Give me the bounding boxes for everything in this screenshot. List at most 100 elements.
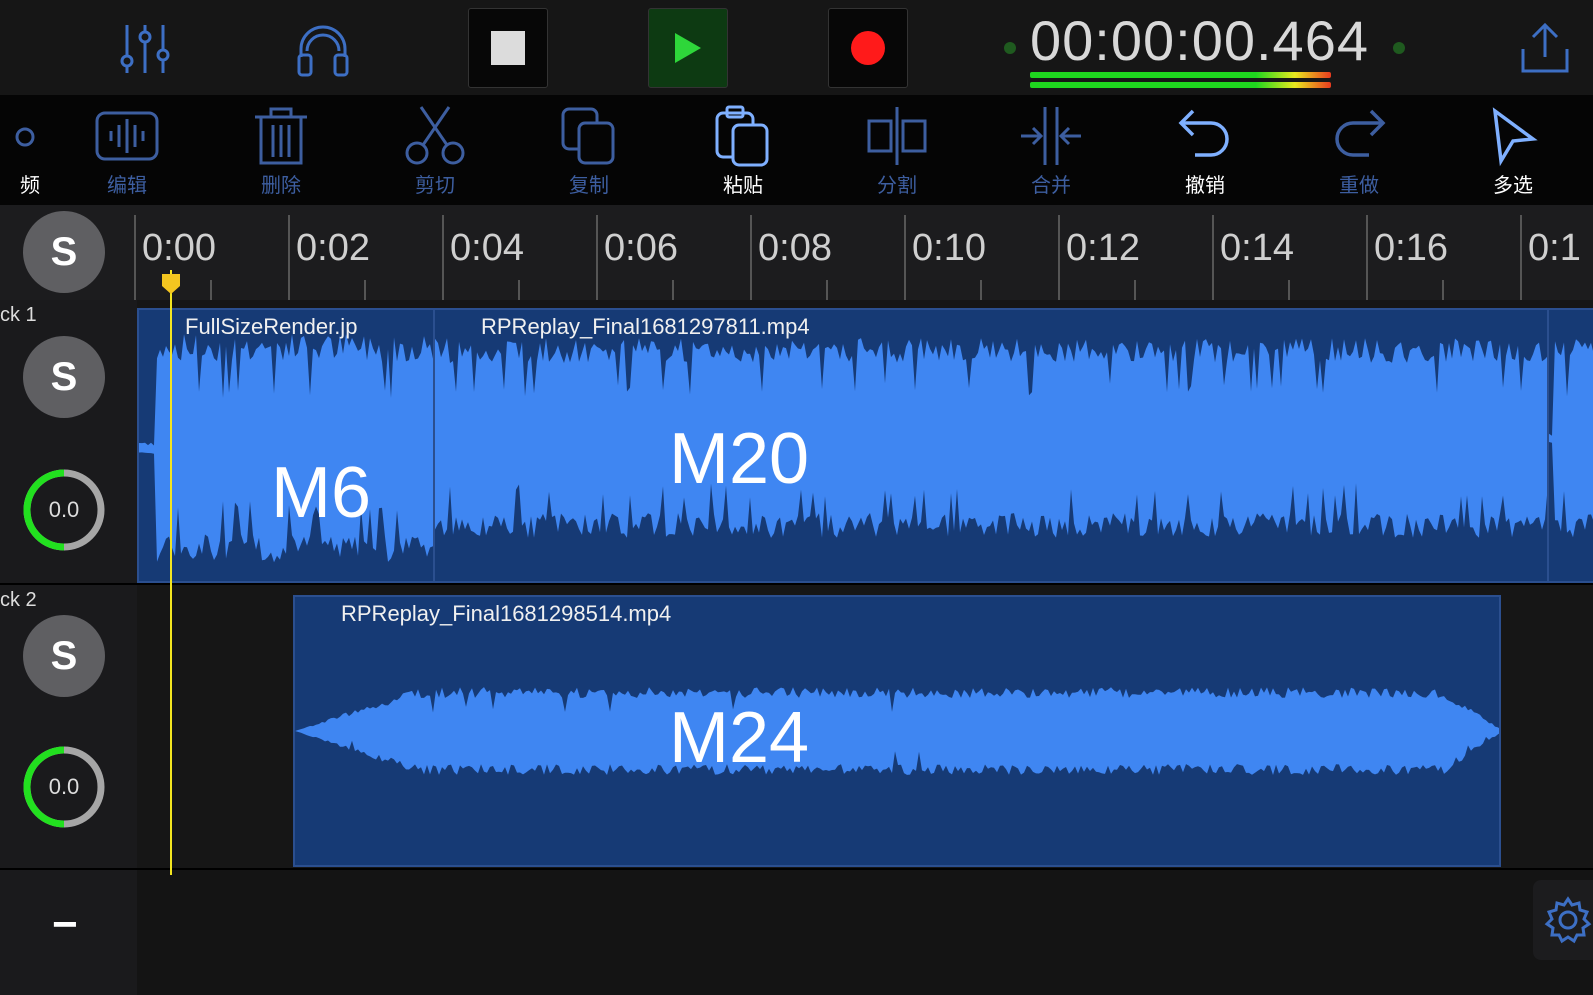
tool-label: 剪切 bbox=[415, 173, 455, 197]
audio-clip[interactable]: FullSizeRender.jp M6 bbox=[137, 308, 437, 583]
track-header-2: ck 2 S 0.0 bbox=[0, 585, 137, 870]
audio-clip[interactable]: RPReplay_Final1681298514.mp4 M24 bbox=[293, 595, 1501, 867]
ruler-minor-tick bbox=[1134, 280, 1136, 300]
ruler-minor-tick bbox=[1288, 280, 1290, 300]
audio-clip[interactable] bbox=[1547, 308, 1593, 583]
tool-delete[interactable]: 删除 bbox=[226, 105, 336, 200]
remove-track-button[interactable]: − bbox=[52, 900, 78, 950]
tool-cut[interactable]: 剪切 bbox=[380, 105, 490, 200]
ruler-tick-label: 0:14 bbox=[1220, 227, 1294, 269]
master-solo-button[interactable]: S bbox=[23, 211, 105, 293]
tool-label: 复制 bbox=[569, 173, 609, 197]
ruler-major-tick bbox=[134, 215, 136, 300]
ruler-minor-tick bbox=[210, 280, 212, 300]
track-volume-value: 0.0 bbox=[48, 497, 80, 522]
record-icon bbox=[851, 31, 885, 65]
empty-lane-area[interactable] bbox=[137, 870, 1593, 995]
tool-copy[interactable]: 复制 bbox=[534, 105, 644, 200]
tool-label: 多选 bbox=[1493, 173, 1533, 197]
settings-button[interactable] bbox=[1533, 880, 1593, 960]
track-header-1: ck 1 S 0.0 bbox=[0, 300, 137, 585]
tool-undo[interactable]: 撤销 bbox=[1150, 105, 1260, 200]
play-icon bbox=[675, 33, 701, 63]
tool-truncated[interactable]: 频 bbox=[0, 105, 60, 200]
play-button[interactable] bbox=[648, 8, 728, 88]
ruler-minor-tick bbox=[1442, 280, 1444, 300]
ruler-major-tick bbox=[1058, 215, 1060, 300]
ruler-major-tick bbox=[596, 215, 598, 300]
ruler-minor-tick bbox=[672, 280, 674, 300]
mixer-sliders-icon[interactable] bbox=[110, 14, 180, 84]
tool-label: 删除 bbox=[261, 173, 301, 197]
ruler-tick-label: 0:00 bbox=[142, 227, 216, 269]
left-indicator-led bbox=[1004, 42, 1016, 54]
ruler-tick-label: 0:12 bbox=[1066, 227, 1140, 269]
tool-label: 粘贴 bbox=[723, 173, 763, 197]
tool-label: 编辑 bbox=[107, 173, 147, 197]
track-lane-2[interactable]: RPReplay_Final1681298514.mp4 M24 bbox=[137, 585, 1593, 870]
clip-title: FullSizeRender.jp bbox=[185, 314, 358, 339]
level-meter-bar-right bbox=[1030, 82, 1331, 88]
audio-clip[interactable]: RPReplay_Final1681297811.mp4 M20 bbox=[433, 308, 1553, 583]
ruler-major-tick bbox=[442, 215, 444, 300]
playhead-handle-icon[interactable] bbox=[160, 272, 182, 296]
tool-paste[interactable]: 粘贴 bbox=[688, 105, 798, 200]
waveform bbox=[295, 687, 1499, 775]
gear-icon bbox=[1544, 896, 1592, 944]
ruler-major-tick bbox=[1212, 215, 1214, 300]
waveform-edit-icon bbox=[95, 111, 159, 161]
ruler-tick-label: 0:1 bbox=[1528, 227, 1581, 269]
clip-title: RPReplay_Final1681297811.mp4 bbox=[481, 314, 810, 339]
ruler-tick-label: 0:02 bbox=[296, 227, 370, 269]
ruler-minor-tick bbox=[980, 280, 982, 300]
track-controls-footer: − bbox=[0, 870, 137, 995]
track-solo-button[interactable]: S bbox=[23, 615, 105, 697]
waveform bbox=[139, 334, 435, 563]
track-name: ck 2 bbox=[0, 589, 37, 611]
copy-icon bbox=[561, 107, 615, 165]
stop-button[interactable] bbox=[468, 8, 548, 88]
clip-marker-label: M6 bbox=[271, 453, 372, 533]
level-meter-bar-left bbox=[1030, 72, 1331, 78]
tool-label: 撤销 bbox=[1185, 173, 1225, 197]
ruler-tick-label: 0:16 bbox=[1374, 227, 1448, 269]
track-name: ck 1 bbox=[0, 304, 37, 326]
headphones-icon[interactable] bbox=[288, 14, 358, 84]
undo-icon bbox=[1178, 109, 1229, 157]
ruler-minor-tick bbox=[364, 280, 366, 300]
clip-marker-label: M20 bbox=[669, 419, 810, 499]
tool-redo[interactable]: 重做 bbox=[1304, 105, 1414, 200]
record-button[interactable] bbox=[828, 8, 908, 88]
playhead-line[interactable] bbox=[170, 270, 172, 875]
ruler-tick-label: 0:10 bbox=[912, 227, 986, 269]
tool-multi-select[interactable]: 多选 bbox=[1458, 105, 1568, 200]
track-volume-knob[interactable]: 0.0 bbox=[22, 745, 106, 829]
tool-split[interactable]: 分割 bbox=[842, 105, 952, 200]
clip-marker-label: M24 bbox=[669, 698, 810, 778]
timeline-ruler[interactable]: S 0:00 0:02 0:04 0:06 0:08 0:10 0:12 0:14 0:16 0:… bbox=[0, 205, 1593, 300]
track-lane-1[interactable]: FullSizeRender.jp M6 RPReplay_Final16812… bbox=[137, 300, 1593, 585]
paste-icon bbox=[715, 105, 769, 167]
split-icon bbox=[867, 107, 927, 165]
track-solo-button[interactable]: S bbox=[23, 336, 105, 418]
merge-icon bbox=[1021, 107, 1081, 165]
tool-merge[interactable]: 合并 bbox=[996, 105, 1106, 200]
ruler-tick-label: 0:06 bbox=[604, 227, 678, 269]
tool-label: 分割 bbox=[877, 173, 917, 197]
share-export-icon[interactable] bbox=[1510, 14, 1580, 84]
track-volume-knob[interactable]: 0.0 bbox=[22, 468, 106, 552]
timecode-display: 00:00:00.464 bbox=[1030, 9, 1369, 72]
ruler-major-tick bbox=[288, 215, 290, 300]
ruler-minor-tick bbox=[518, 280, 520, 300]
level-meter bbox=[1030, 72, 1380, 90]
transport-bar: 00:00:00.464 bbox=[0, 0, 1593, 95]
tool-edit[interactable]: 编辑 bbox=[72, 105, 182, 200]
tool-label: 频 bbox=[20, 173, 40, 197]
ruler-header: S bbox=[0, 205, 137, 300]
ruler-tick-label: 0:08 bbox=[758, 227, 832, 269]
ruler-major-tick bbox=[1366, 215, 1368, 300]
ruler-major-tick bbox=[750, 215, 752, 300]
trash-icon bbox=[255, 107, 307, 165]
right-indicator-led bbox=[1393, 42, 1405, 54]
ruler-tick-label: 0:04 bbox=[450, 227, 524, 269]
